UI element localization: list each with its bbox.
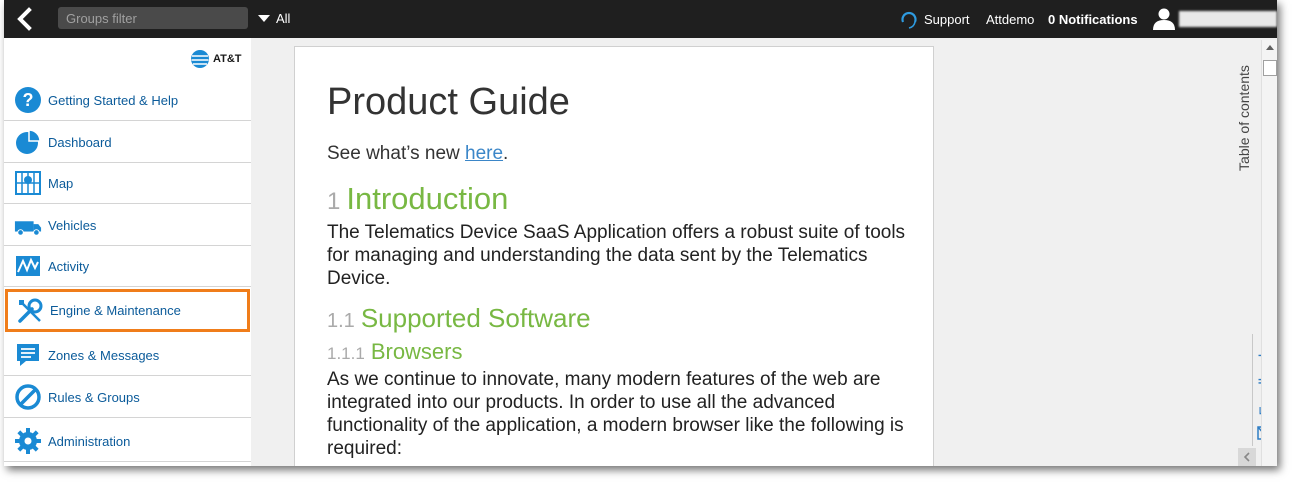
toc-label: Table of contents (1236, 65, 1252, 171)
user-icon (1153, 8, 1175, 30)
sidebar-item-label: Activity (48, 258, 90, 274)
heading-browsers: 1.1.1 Browsers (327, 339, 463, 365)
caret-down-icon (258, 15, 270, 22)
sidebar-item-vehicles[interactable]: Vehicles (4, 205, 251, 246)
whats-new-suffix: . (503, 143, 509, 164)
vertical-scrollbar[interactable] (1261, 40, 1277, 466)
user-menu[interactable] (1152, 7, 1176, 36)
sidebar-item-label: Getting Started & Help (48, 92, 179, 108)
section-number: 1 (327, 188, 341, 215)
groups-dropdown[interactable]: All (258, 11, 290, 26)
sidebar-item-activity[interactable]: Activity (4, 246, 251, 287)
browsers-paragraph: As we continue to innovate, many modern … (327, 369, 904, 459)
wrench-icon (16, 297, 44, 325)
sidebar-item-engine-maintenance[interactable]: Engine & Maintenance (5, 289, 250, 332)
help-icon: ? (14, 86, 42, 114)
sidebar-item-rules-groups[interactable]: Rules & Groups (4, 377, 251, 418)
table-of-contents-tab[interactable]: Table of contents (1230, 52, 1254, 192)
top-bar: All Support Attdemo 0 Notifications (4, 0, 1277, 38)
message-icon (14, 341, 42, 369)
map-icon (14, 169, 42, 197)
section-title: Introduction (346, 181, 509, 216)
sidebar-item-label: Engine & Maintenance (50, 303, 181, 318)
pie-chart-icon (14, 128, 42, 156)
scroll-up-arrow-icon[interactable] (1266, 45, 1274, 50)
chevron-left-icon (1243, 452, 1250, 462)
user-email-redacted (1179, 11, 1277, 27)
app-window: All Support Attdemo 0 Notifications AT&T (4, 0, 1277, 466)
sidebar-item-label: Rules & Groups (48, 389, 140, 405)
heading-introduction: 1 Introduction (327, 181, 508, 217)
activity-icon (14, 252, 42, 280)
sidebar-item-dashboard[interactable]: Dashboard (4, 122, 251, 163)
chevron-left-icon (17, 7, 32, 31)
intro-paragraph: The Telematics Device SaaS Application o… (327, 222, 906, 289)
back-button[interactable] (12, 6, 38, 32)
sidebar-item-administration[interactable]: Administration (4, 421, 251, 462)
support-link[interactable]: Support (900, 9, 970, 29)
globe-logo-icon (191, 50, 209, 68)
sidebar-item-label: Zones & Messages (48, 347, 160, 363)
section-title: Supported Software (360, 303, 591, 333)
section-number: 1.1 (327, 310, 355, 332)
sidebar-item-zones-messages[interactable]: Zones & Messages (4, 335, 251, 376)
brand-label: AT&T (213, 53, 242, 65)
section-title: Browsers (370, 339, 463, 364)
prohibit-icon (14, 383, 42, 411)
sidebar-item-label: Administration (48, 433, 131, 449)
sidebar-item-label: Map (48, 175, 74, 191)
section-number: 1.1.1 (327, 344, 365, 363)
resize-corner[interactable] (1238, 448, 1256, 466)
sidebar-item-label: Vehicles (48, 217, 97, 233)
page-title: Product Guide (327, 81, 570, 123)
brand-logo: AT&T (190, 48, 242, 70)
product-guide-document: Product Guide See what’s new here. 1 Intr… (294, 46, 934, 466)
support-label: Support (924, 12, 970, 27)
sidebar: AT&T ? Getting Started & Help Dashboard … (4, 38, 251, 466)
headset-icon (901, 11, 917, 29)
sidebar-item-label: Dashboard (48, 134, 112, 150)
svg-text:?: ? (23, 90, 34, 110)
whats-new-line: See what’s new here. (327, 143, 508, 165)
groups-dropdown-value: All (276, 11, 291, 26)
user-name[interactable]: Attdemo (986, 12, 1034, 27)
sidebar-item-getting-started[interactable]: ? Getting Started & Help (4, 80, 251, 121)
gear-icon (14, 427, 42, 455)
heading-supported-software: 1.1 Supported Software (327, 303, 591, 334)
sidebar-item-map[interactable]: Map (4, 163, 251, 204)
truck-icon (14, 211, 42, 239)
groups-filter-input[interactable] (58, 7, 248, 29)
whats-new-prefix: See what’s new (327, 143, 466, 164)
whats-new-link[interactable]: here (465, 143, 503, 164)
scrollbar-thumb[interactable] (1263, 60, 1277, 76)
notifications-link[interactable]: 0 Notifications (1048, 12, 1138, 27)
